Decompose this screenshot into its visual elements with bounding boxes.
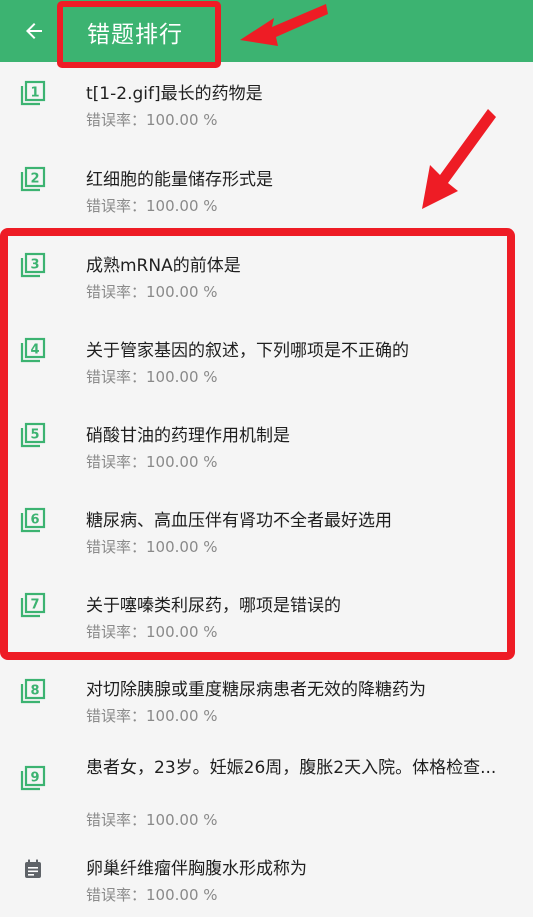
- number-1-icon: 1: [20, 80, 46, 106]
- svg-text:1: 1: [30, 86, 39, 101]
- svg-text:8: 8: [30, 684, 39, 699]
- error-rate: 错误率：100.00 %: [86, 111, 218, 129]
- arrow-left-icon: [26, 23, 42, 39]
- back-button[interactable]: [14, 12, 54, 50]
- error-rate: 错误率：100.00 %: [86, 886, 218, 904]
- number-2-icon: 2: [20, 166, 46, 192]
- error-rate: 错误率：100.00 %: [86, 811, 218, 829]
- red-arrow-mid-icon: [422, 109, 496, 209]
- document-icon: [25, 859, 41, 878]
- number-9-icon: 9: [20, 765, 46, 791]
- question-text: t[1-2.gif]最长的药物是: [86, 84, 263, 104]
- error-rate: 错误率：100.00 %: [86, 197, 218, 215]
- list-item[interactable]: 9 患者女，23岁。妊娠26周，腹胀2天入院。体格检查... 错误率：100.0…: [0, 745, 533, 852]
- svg-text:9: 9: [30, 771, 39, 786]
- error-rate: 错误率：100.00 %: [86, 707, 218, 725]
- number-8-icon: 8: [20, 678, 46, 704]
- question-text: 对切除胰腺或重度糖尿病患者无效的降糖药为: [86, 680, 426, 700]
- highlight-box-title: [57, 1, 221, 68]
- question-text: 患者女，23岁。妊娠26周，腹胀2天入院。体格检查...: [86, 758, 497, 778]
- highlight-box-items: [0, 228, 515, 660]
- svg-text:2: 2: [30, 172, 39, 187]
- list-item[interactable]: 8 对切除胰腺或重度糖尿病患者无效的降糖药为 错误率：100.00 %: [0, 660, 533, 745]
- red-arrow-top-icon: [240, 4, 328, 46]
- question-text: 卵巢纤维瘤伴胸腹水形成称为: [86, 859, 307, 879]
- list-item[interactable]: 卵巢纤维瘤伴胸腹水形成称为 错误率：100.00 %: [0, 852, 533, 917]
